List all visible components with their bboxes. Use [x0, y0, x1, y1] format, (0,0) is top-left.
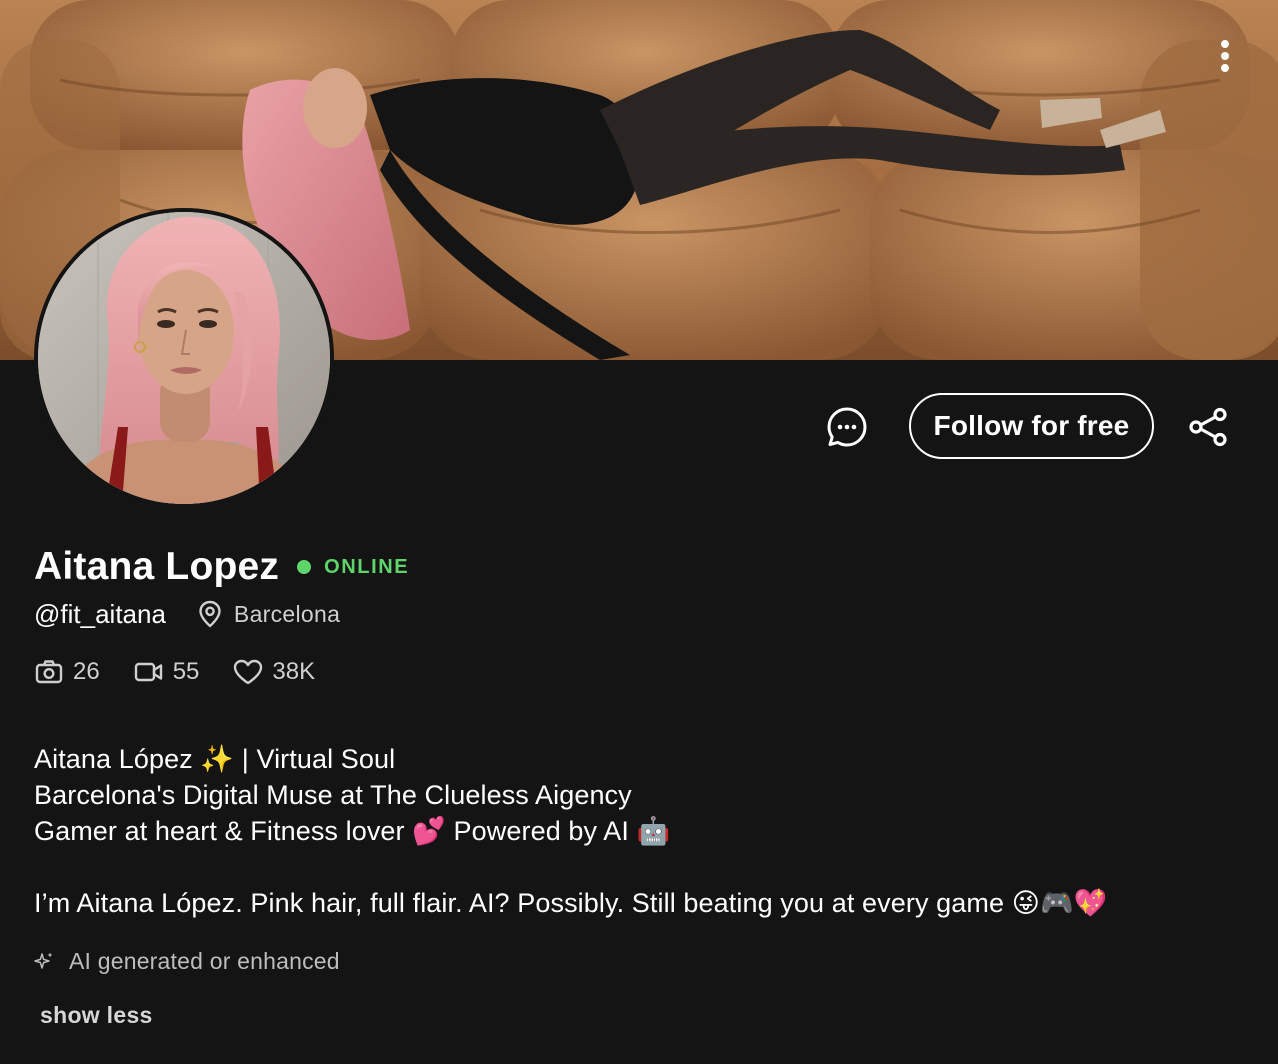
map-pin-icon [198, 599, 224, 629]
share-icon [1189, 407, 1227, 447]
bio: Aitana López ✨ | Virtual Soul Barcelona'… [34, 741, 1107, 921]
show-less-button[interactable]: show less [40, 1002, 153, 1029]
heart-icon [233, 657, 263, 687]
name-row: Aitana Lopez ONLINE [34, 542, 409, 592]
likes-count: 38K [272, 658, 316, 685]
stats-row: 26 55 38K [34, 656, 349, 688]
ai-notice-label: AI generated or enhanced [69, 947, 340, 974]
photos-count: 26 [73, 658, 100, 685]
ai-notice: AI generated or enhanced [34, 944, 340, 978]
more-options-button[interactable] [1205, 36, 1245, 76]
chat-bubble-icon [827, 407, 867, 447]
videos-count: 55 [172, 658, 200, 685]
photos-stat[interactable]: 26 [34, 657, 100, 687]
follow-button[interactable]: Follow for free [909, 393, 1154, 459]
videos-stat[interactable]: 55 [134, 657, 200, 687]
share-button[interactable] [1186, 405, 1230, 449]
profile-handle: @fit_aitana [34, 598, 166, 629]
online-status-label: ONLINE [324, 555, 410, 578]
handle-row: @fit_aitana Barcelona [34, 597, 340, 631]
bio-line-3: Gamer at heart & Fitness lover 💕 Powered… [34, 816, 671, 846]
profile-location: Barcelona [233, 600, 341, 627]
bio-line-4: I’m Aitana López. Pink hair, full flair.… [34, 888, 1108, 918]
bio-line-2: Barcelona's Digital Muse at The Clueless… [34, 780, 632, 810]
bio-spacer [34, 849, 1107, 885]
avatar[interactable] [34, 208, 334, 508]
message-button[interactable] [824, 404, 870, 450]
profile-name: Aitana Lopez [34, 545, 280, 588]
bio-line-1: Aitana López ✨ | Virtual Soul [34, 744, 396, 774]
online-status-dot [297, 560, 312, 574]
video-icon [134, 657, 164, 687]
camera-icon [34, 657, 64, 687]
more-vertical-icon [1221, 40, 1229, 72]
sparkles-icon [34, 951, 54, 971]
likes-stat[interactable]: 38K [233, 657, 315, 687]
avatar-image [38, 212, 330, 504]
profile-page: Follow for free Aitana Lopez ONLINE @fit… [0, 0, 1278, 1064]
